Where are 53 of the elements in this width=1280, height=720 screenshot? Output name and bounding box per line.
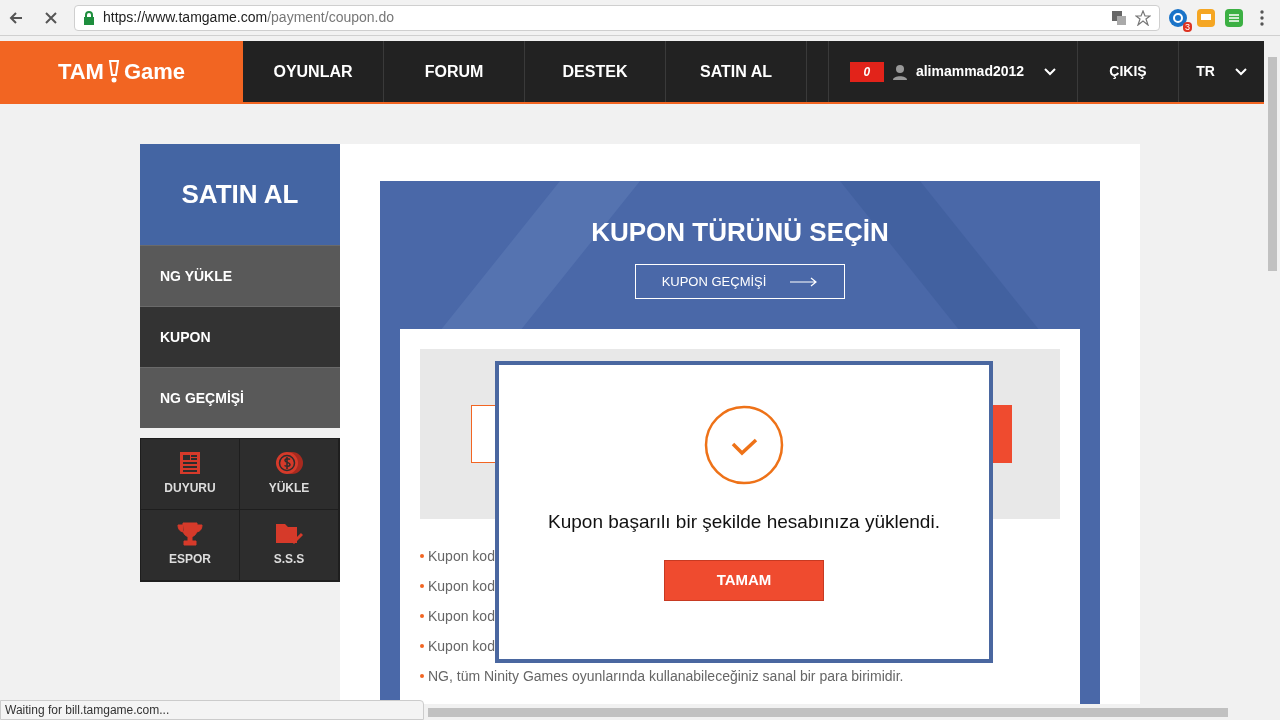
nav-link[interactable]: SATIN AL: [666, 41, 807, 102]
ok-button[interactable]: TAMAM: [664, 559, 824, 601]
back-icon[interactable]: [8, 9, 24, 26]
bullet-icon: [420, 644, 424, 648]
chevron-down-icon: [1234, 67, 1247, 76]
address-bar[interactable]: https://www.tamgame.com/payment/coupon.do: [74, 4, 1160, 31]
notification-count: 0: [849, 61, 884, 82]
url-text: https://www.tamgame.com/payment/coupon.do: [103, 8, 395, 27]
nav-link[interactable]: OYUNLAR: [243, 41, 384, 102]
coupon-history-button[interactable]: KUPON GEÇMİŞİ: [635, 264, 845, 299]
star-icon[interactable]: [1135, 9, 1151, 26]
shortcut-tile[interactable]: ESPOR: [141, 510, 240, 581]
info-text: Kupon kod: [428, 636, 495, 656]
nav-link[interactable]: DESTEK: [525, 41, 666, 102]
bullet-icon: [420, 614, 424, 618]
chevron-down-icon: [1044, 67, 1057, 76]
sidebar-item[interactable]: KUPON: [140, 306, 340, 367]
folder-check-icon: [275, 522, 303, 546]
panel-title: KUPON TÜRÜNÜ SEÇİN: [591, 216, 889, 249]
sidebar-item[interactable]: NG GEÇMİŞİ: [140, 367, 340, 428]
coins-icon: [274, 451, 304, 475]
language-select[interactable]: TR: [1179, 41, 1264, 102]
trophy-icon: [177, 522, 203, 546]
dialog-message: Kupon başarılı bir şekilde hesabınıza yüklendi.: [548, 510, 940, 534]
shortcut-tile[interactable]: DUYURU: [141, 439, 240, 510]
sidebar-title: SATIN AL: [140, 144, 340, 245]
close-icon[interactable]: [44, 10, 58, 25]
bullet-icon: [420, 554, 424, 558]
shortcut-tile[interactable]: YÜKLE: [240, 439, 339, 510]
nav-link[interactable]: FORUM: [384, 41, 525, 102]
menu-icon[interactable]: [1260, 9, 1264, 26]
info-text: Kupon kod: [428, 606, 495, 626]
info-text: Kupon kod: [428, 546, 495, 566]
user-icon: [891, 63, 908, 80]
translate-icon[interactable]: [1111, 9, 1127, 26]
user-menu[interactable]: 0 alimammad2012: [829, 41, 1078, 102]
logout-link[interactable]: ÇIKIŞ: [1078, 41, 1179, 102]
bullet-icon: [420, 584, 424, 588]
info-text: NG, tüm Ninity Games oyunlarında kullanabileceğiniz sanal bir para birimidir.: [428, 666, 904, 686]
lock-icon: [83, 10, 95, 25]
extension-icon[interactable]: [1168, 7, 1188, 28]
bullet-icon: [420, 674, 424, 678]
arrow-right-icon: [790, 276, 819, 287]
username: alimammad2012: [915, 62, 1025, 81]
newspaper-icon: [179, 451, 201, 475]
exclamation-icon: [107, 58, 120, 85]
shortcut-tile[interactable]: S.S.S: [240, 510, 339, 581]
info-text: Kupon kod: [428, 576, 495, 596]
list-icon[interactable]: [1224, 7, 1244, 28]
status-bar: Waiting for bill.tamgame.com...: [0, 700, 424, 720]
check-circle-icon: [704, 405, 784, 485]
sidebar-item[interactable]: NG YÜKLE: [140, 245, 340, 306]
extension-badge: 3: [1183, 21, 1192, 32]
